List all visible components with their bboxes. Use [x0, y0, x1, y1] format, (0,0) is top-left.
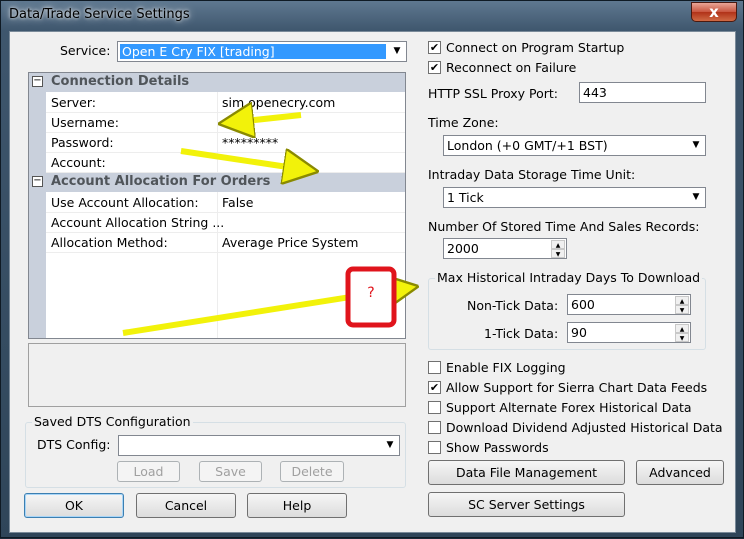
annotation-callout-text: ?	[367, 285, 375, 301]
annotation-arrow-username	[236, 115, 302, 122]
annotation-arrow-account	[180, 148, 301, 169]
annotation-overlay	[122, 1, 744, 336]
dialog-window: Data/Trade Service Settings x Service: O…	[0, 0, 744, 538]
